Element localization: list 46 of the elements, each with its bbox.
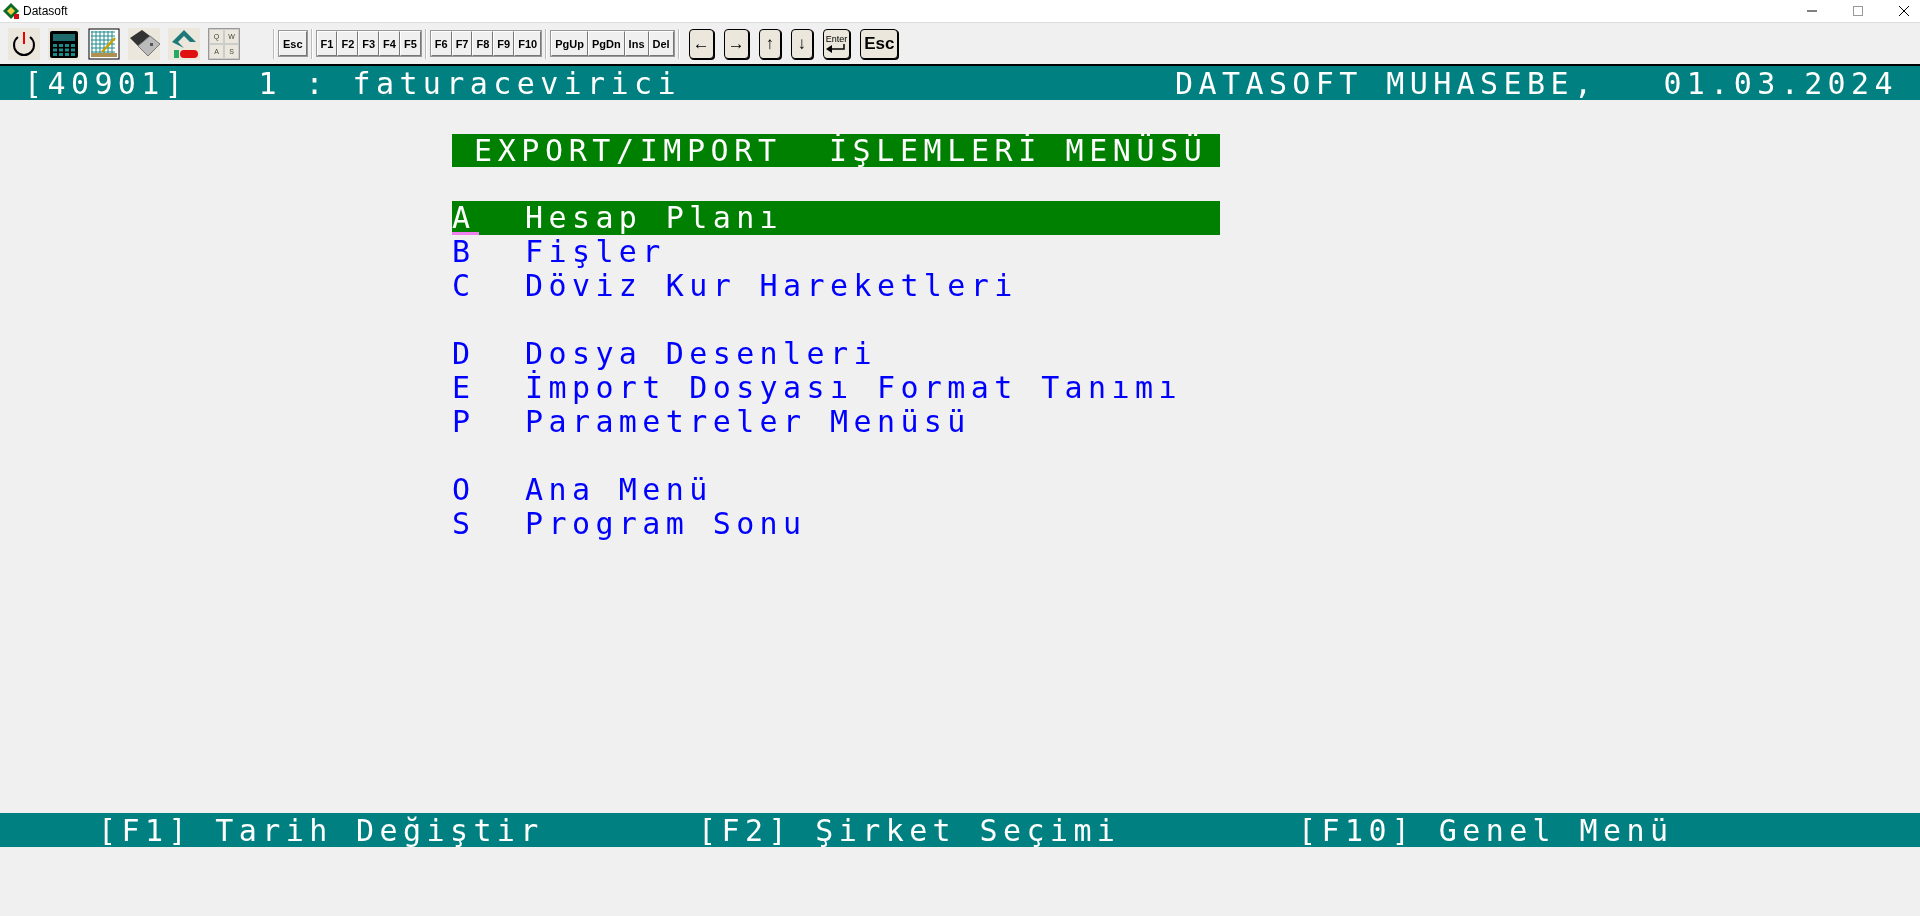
- key-button[interactable]: PgDn: [587, 31, 625, 56]
- key-button[interactable]: F3: [358, 31, 380, 56]
- key-button[interactable]: ←: [688, 28, 714, 59]
- key-button[interactable]: PgUp: [551, 31, 588, 56]
- key-button[interactable]: F4: [379, 31, 400, 56]
- menu-item[interactable]: A Hesap Planı: [452, 201, 1220, 235]
- spreadsheet-icon[interactable]: [88, 27, 120, 60]
- usb-stick-icon[interactable]: [128, 27, 160, 60]
- maximize-icon[interactable]: [1852, 5, 1864, 17]
- power-icon[interactable]: [8, 27, 40, 60]
- menu-item[interactable]: S Program Sonu: [452, 507, 1220, 541]
- close-icon[interactable]: [1898, 5, 1910, 17]
- calculator-icon[interactable]: [48, 27, 80, 60]
- window-title: Datasoft: [23, 4, 68, 18]
- app-logo-icon: [3, 3, 19, 19]
- key-button[interactable]: Ins: [624, 31, 649, 56]
- menu-item[interactable]: P Parametreler Menüsü: [452, 405, 1220, 439]
- key-button[interactable]: F1: [316, 31, 338, 56]
- enter-key-button[interactable]: Enter: [822, 28, 851, 59]
- key-button[interactable]: F6: [430, 31, 452, 56]
- key-button[interactable]: F5: [399, 31, 421, 56]
- date-text: 01.03.2024: [1663, 65, 1898, 101]
- hl-icon[interactable]: [168, 27, 200, 60]
- enter-arrow-icon: [826, 43, 847, 53]
- key-button[interactable]: F10: [514, 31, 542, 56]
- company-name: DATASOFT MUHASEBE,: [1175, 65, 1598, 101]
- menu-item[interactable]: D Dosya Desenleri: [452, 337, 1220, 371]
- key-button[interactable]: F7: [451, 31, 473, 56]
- key-button[interactable]: Esc: [860, 28, 899, 59]
- function-key-hint[interactable]: [F10] Genel Menü: [1298, 812, 1674, 848]
- key-button[interactable]: F9: [493, 31, 515, 56]
- menu-item[interactable]: E İmport Dosyası Format Tanımı: [452, 371, 1220, 405]
- key-button[interactable]: F2: [337, 31, 359, 56]
- key-button[interactable]: →: [723, 28, 749, 59]
- menu-title: EXPORT/IMPORT İŞLEMLERİ MENÜSÜ: [452, 134, 1220, 167]
- function-key-hint[interactable]: [F1] Tarih Değiştir: [98, 812, 698, 848]
- key-button[interactable]: ↓: [790, 28, 813, 59]
- menu-item[interactable]: O Ana Menü: [452, 473, 1220, 507]
- key-button[interactable]: ↑: [758, 28, 781, 59]
- key-button[interactable]: Esc: [279, 31, 307, 56]
- key-button[interactable]: F8: [472, 31, 494, 56]
- function-key-hint[interactable]: [F2] Şirket Seçimi: [698, 812, 1298, 848]
- key-button[interactable]: Del: [648, 31, 674, 56]
- menu-item[interactable]: B Fişler: [452, 235, 1220, 269]
- menu-item[interactable]: C Döviz Kur Hareketleri: [452, 269, 1220, 303]
- session-info: [40901] 1 : faturacevirici: [24, 65, 681, 101]
